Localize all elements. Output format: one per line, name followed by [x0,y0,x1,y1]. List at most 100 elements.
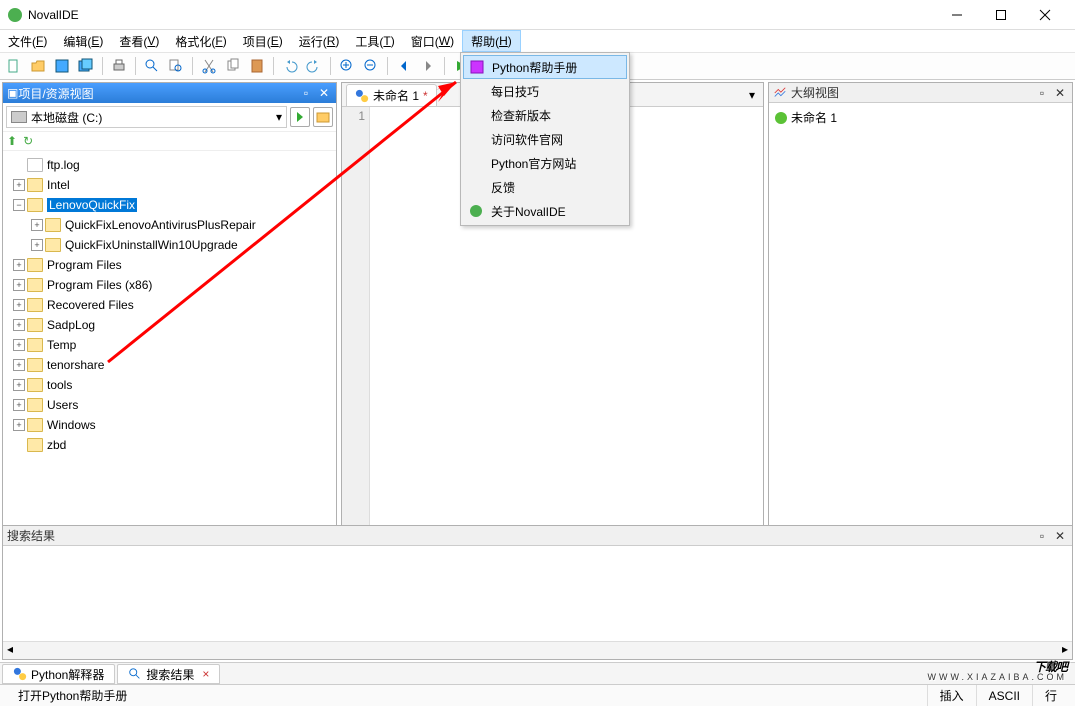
expand-icon[interactable]: + [13,399,25,411]
expand-icon[interactable]: + [13,419,25,431]
tree-item[interactable]: +Program Files [5,255,334,275]
folder-icon [27,418,43,432]
expand-icon[interactable]: + [31,239,43,251]
menu-格式化[interactable]: 格式化(F) [167,30,234,52]
zoom-in-icon[interactable] [337,56,357,76]
outline-item-label: 未命名 1 [791,109,837,126]
statusbar: 打开Python帮助手册 插入 ASCII 行 [0,684,1075,706]
tree-item[interactable]: +QuickFixLenovoAntivirusPlusRepair [5,215,334,235]
expand-icon[interactable]: + [13,379,25,391]
copy-icon[interactable] [223,56,243,76]
bottom-tab[interactable]: Python解释器 [2,664,115,684]
tree-item-label: LenovoQuickFix [47,198,137,212]
menu-编辑[interactable]: 编辑(E) [55,30,111,52]
drive-select[interactable]: 本地磁盘 (C:) ▾ [6,106,287,128]
nav-forward-icon[interactable] [418,56,438,76]
tree-item[interactable]: zbd [5,435,334,455]
tree-toolbar: ⬆ ↻ [3,132,336,151]
help-menu-item[interactable]: Python帮助手册 [463,55,627,79]
menu-运行[interactable]: 运行(R) [291,30,348,52]
redo-icon[interactable] [304,56,324,76]
save-all-icon[interactable] [76,56,96,76]
open-icon[interactable] [28,56,48,76]
search-icon [128,667,142,681]
editor-tab[interactable]: 未命名 1 * [346,84,437,106]
status-grip: 行 [1032,685,1069,706]
maximize-button[interactable] [979,1,1023,29]
menu-窗口[interactable]: 窗口(W) [403,30,462,52]
menu-文件[interactable]: 文件(F) [0,30,55,52]
panel-close-icon[interactable]: ✕ [1052,528,1068,544]
panel-pin-icon[interactable]: ▫ [1034,85,1050,101]
folder-icon [27,318,43,332]
help-menu-item[interactable]: 关于NovalIDE [463,199,627,223]
tree-item[interactable]: +Temp [5,335,334,355]
tree-item[interactable]: − LenovoQuickFix [5,195,334,215]
minimize-button[interactable] [935,1,979,29]
expand-icon[interactable]: + [13,279,25,291]
print-icon[interactable] [109,56,129,76]
tree-item[interactable]: +QuickFixUninstallWin10Upgrade [5,235,334,255]
panel-close-icon[interactable]: ✕ [316,85,332,101]
menu-项目[interactable]: 项目(E) [235,30,291,52]
expand-icon[interactable]: + [13,299,25,311]
nav-back-icon[interactable] [394,56,414,76]
help-menu-item[interactable]: Python官方网站 [463,151,627,175]
go-button[interactable] [290,107,310,127]
tree-item[interactable]: +Windows [5,415,334,435]
python-icon [355,89,369,103]
folder-icon [45,238,61,252]
search-h-scrollbar[interactable]: ◂▸ [3,641,1072,659]
expand-icon[interactable]: + [13,339,25,351]
menu-帮助[interactable]: 帮助(H) [462,30,521,52]
help-menu-item[interactable]: 每日技巧 [463,79,627,103]
tree-item[interactable]: +Users [5,395,334,415]
menu-查看[interactable]: 查看(V) [111,30,167,52]
expand-icon[interactable]: + [13,319,25,331]
panel-close-icon[interactable]: ✕ [1052,85,1068,101]
cut-icon[interactable] [199,56,219,76]
refresh-icon[interactable]: ↻ [23,134,33,148]
tree-item[interactable]: +Recovered Files [5,295,334,315]
folder-icon [45,218,61,232]
tree-item-label: Intel [47,178,70,192]
panel-pin-icon[interactable]: ▫ [1034,528,1050,544]
help-menu-item[interactable]: 访问软件官网 [463,127,627,151]
find-in-files-icon[interactable] [166,56,186,76]
close-button[interactable] [1023,1,1067,29]
save-icon[interactable] [52,56,72,76]
tree-item[interactable]: +tools [5,375,334,395]
tab-close-icon[interactable]: × [202,667,209,681]
search-body[interactable] [3,546,1072,641]
expand-icon[interactable]: + [13,179,25,191]
tree-item[interactable]: +Program Files (x86) [5,275,334,295]
window-controls [935,1,1067,29]
expand-icon[interactable]: + [13,359,25,371]
tree-item[interactable]: ftp.log [5,155,334,175]
expand-icon[interactable]: − [13,199,25,211]
panel-pin-icon[interactable]: ▫ [298,85,314,101]
paste-icon[interactable] [247,56,267,76]
folder-button[interactable] [313,107,333,127]
search-header: 搜索结果 ▫ ✕ [3,526,1072,546]
expand-icon[interactable]: + [13,259,25,271]
tree-item[interactable]: + Intel [5,175,334,195]
zoom-out-icon[interactable] [361,56,381,76]
bottom-tab[interactable]: 搜索结果× [117,664,220,684]
folder-icon [27,378,43,392]
up-icon[interactable]: ⬆ [7,134,17,148]
tabs-menu-icon[interactable]: ▾ [741,84,763,106]
help-menu-item[interactable]: 反馈 [463,175,627,199]
find-icon[interactable] [142,56,162,76]
tree-item[interactable]: +SadpLog [5,315,334,335]
help-menu-item[interactable]: 检查新版本 [463,103,627,127]
bulb-icon [775,112,787,124]
bottom-tabs: Python解释器搜索结果× [0,662,1075,684]
menu-工具[interactable]: 工具(T) [347,30,402,52]
search-title: 搜索结果 [7,527,1032,544]
undo-icon[interactable] [280,56,300,76]
expand-icon[interactable]: + [31,219,43,231]
tree-item[interactable]: +tenorshare [5,355,334,375]
new-file-icon[interactable] [4,56,24,76]
outline-item[interactable]: 未命名 1 [775,109,1066,126]
